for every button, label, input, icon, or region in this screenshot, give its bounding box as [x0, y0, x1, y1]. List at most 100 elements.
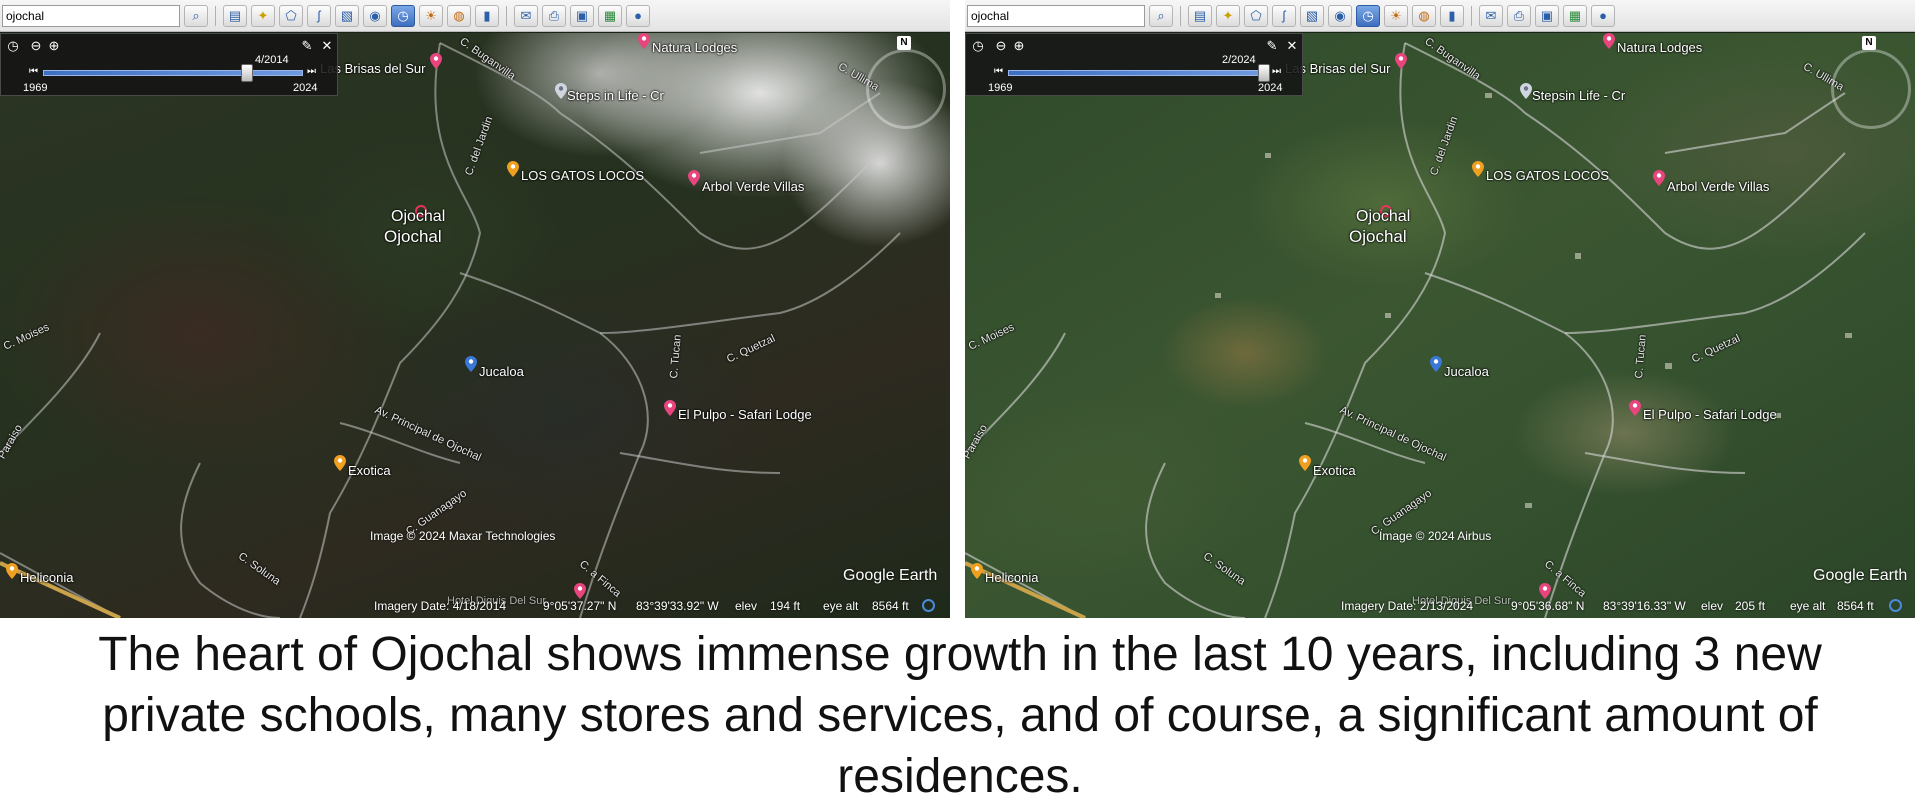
- place-label[interactable]: Arbol Verde Villas: [1667, 179, 1769, 194]
- north-indicator-icon[interactable]: N: [1862, 36, 1876, 50]
- maps-button[interactable]: ▦: [598, 4, 622, 27]
- blue-pin-icon[interactable]: [465, 356, 477, 372]
- google-earth-button[interactable]: ●: [626, 4, 650, 27]
- place-label[interactable]: Stepsin Life - Cr: [1532, 88, 1625, 103]
- pink-pin-icon[interactable]: [664, 400, 676, 416]
- search-button[interactable]: ⌕: [184, 4, 208, 27]
- zoom-in-icon[interactable]: ⊕: [46, 38, 62, 54]
- clock-icon[interactable]: ◷: [970, 38, 986, 54]
- orange-pin-icon[interactable]: [1299, 455, 1311, 471]
- google-earth-icon: ●: [1599, 8, 1607, 23]
- search-input[interactable]: [967, 4, 1145, 27]
- place-label[interactable]: Heliconia: [985, 570, 1038, 585]
- pink-pin-icon[interactable]: [1629, 400, 1641, 416]
- place-label[interactable]: El Pulpo - Safari Lodge: [1643, 407, 1777, 422]
- email-button[interactable]: ✉: [1479, 4, 1503, 27]
- maps-button[interactable]: ▦: [1563, 4, 1587, 27]
- settings-wrench-icon[interactable]: ✎: [1264, 38, 1280, 54]
- step-back-icon[interactable]: ⏮: [994, 66, 1003, 77]
- pink-pin-icon[interactable]: [1653, 170, 1665, 186]
- record-tour-button[interactable]: ◉: [363, 4, 387, 27]
- pink-pin-icon[interactable]: [1395, 53, 1407, 69]
- pink-pin-icon[interactable]: [688, 170, 700, 186]
- zoom-out-icon[interactable]: ⊖: [28, 38, 44, 54]
- record-tour-button[interactable]: ◉: [1328, 4, 1352, 27]
- search-button[interactable]: ⌕: [1149, 4, 1173, 27]
- ruler-button[interactable]: ▮: [1440, 4, 1464, 27]
- step-back-icon[interactable]: ⏮: [29, 66, 38, 77]
- pink-pin-icon[interactable]: [1539, 583, 1551, 599]
- satellite-map-2024[interactable]: Las Brisas del Sur Natura Lodges Stepsin…: [965, 33, 1915, 618]
- path-button[interactable]: ʃ: [1272, 4, 1296, 27]
- path-button[interactable]: ʃ: [307, 4, 331, 27]
- gray-pin-icon[interactable]: [1520, 83, 1532, 99]
- historical-imagery-button[interactable]: ◷: [391, 4, 415, 27]
- pink-pin-icon[interactable]: [574, 583, 586, 599]
- navigation-ring-icon[interactable]: [866, 49, 946, 129]
- place-label[interactable]: Natura Lodges: [1617, 40, 1702, 55]
- step-forward-icon[interactable]: ⏭: [307, 66, 316, 77]
- print-button[interactable]: ⎙: [1507, 4, 1531, 27]
- place-label[interactable]: Jucaloa: [479, 364, 524, 379]
- placemark-button[interactable]: ✦: [1216, 4, 1240, 27]
- planets-button[interactable]: ◍: [447, 4, 471, 27]
- place-label[interactable]: LOS GATOS LOCOS: [521, 168, 644, 183]
- close-icon[interactable]: ✕: [319, 38, 335, 54]
- zoom-in-icon[interactable]: ⊕: [1011, 38, 1027, 54]
- place-label[interactable]: El Pulpo - Safari Lodge: [678, 407, 812, 422]
- placemark-button[interactable]: ✦: [251, 4, 275, 27]
- satellite-map-2014[interactable]: Las Brisas del Sur Natura Lodges Steps i…: [0, 33, 950, 618]
- town-label-small[interactable]: Ojochal: [391, 208, 445, 226]
- clock-icon[interactable]: ◷: [5, 38, 21, 54]
- orange-pin-icon[interactable]: [6, 563, 18, 579]
- time-slider-thumb[interactable]: [241, 64, 253, 82]
- place-label[interactable]: Exotica: [348, 463, 391, 478]
- polygon-button[interactable]: ⬠: [279, 4, 303, 27]
- overlay-button[interactable]: ▧: [335, 4, 359, 27]
- ruler-button[interactable]: ▮: [475, 4, 499, 27]
- town-label-big[interactable]: Ojochal: [384, 227, 442, 247]
- pink-pin-icon[interactable]: [430, 53, 442, 69]
- place-label[interactable]: Steps in Life - Cr: [567, 88, 664, 103]
- place-label[interactable]: Heliconia: [20, 570, 73, 585]
- place-label[interactable]: Natura Lodges: [652, 40, 737, 55]
- email-button[interactable]: ✉: [514, 4, 538, 27]
- town-label-big[interactable]: Ojochal: [1349, 227, 1407, 247]
- settings-wrench-icon[interactable]: ✎: [299, 38, 315, 54]
- planets-button[interactable]: ◍: [1412, 4, 1436, 27]
- sidebar-button[interactable]: ▤: [1188, 4, 1212, 27]
- town-label-small[interactable]: Ojochal: [1356, 208, 1410, 226]
- gray-pin-icon[interactable]: [555, 83, 567, 99]
- place-label[interactable]: Exotica: [1313, 463, 1356, 478]
- time-slider-thumb[interactable]: [1258, 64, 1270, 82]
- historical-imagery-button[interactable]: ◷: [1356, 4, 1380, 27]
- polygon-button[interactable]: ⬠: [1244, 4, 1268, 27]
- print-button[interactable]: ⎙: [542, 4, 566, 27]
- search-input[interactable]: [2, 4, 180, 27]
- north-indicator-icon[interactable]: N: [897, 36, 911, 50]
- pink-pin-icon[interactable]: [1603, 33, 1615, 49]
- place-label[interactable]: LOS GATOS LOCOS: [1486, 168, 1609, 183]
- save-image-button[interactable]: ▣: [1535, 4, 1559, 27]
- orange-pin-icon[interactable]: [971, 563, 983, 579]
- step-forward-icon[interactable]: ⏭: [1272, 66, 1281, 77]
- sidebar-button[interactable]: ▤: [223, 4, 247, 27]
- save-image-button[interactable]: ▣: [570, 4, 594, 27]
- place-label[interactable]: Arbol Verde Villas: [702, 179, 804, 194]
- time-slider-track[interactable]: [1008, 70, 1268, 76]
- orange-pin-icon[interactable]: [1472, 161, 1484, 177]
- close-icon[interactable]: ✕: [1284, 38, 1300, 54]
- navigation-ring-icon[interactable]: [1831, 49, 1911, 129]
- sunlight-button[interactable]: ☀: [1384, 4, 1408, 27]
- orange-pin-icon[interactable]: [507, 161, 519, 177]
- overlay-button[interactable]: ▧: [1300, 4, 1324, 27]
- toolbar-divider: [506, 5, 507, 26]
- blue-pin-icon[interactable]: [1430, 356, 1442, 372]
- orange-pin-icon[interactable]: [334, 455, 346, 471]
- place-label[interactable]: Jucaloa: [1444, 364, 1489, 379]
- google-earth-button[interactable]: ●: [1591, 4, 1615, 27]
- time-slider-track[interactable]: [43, 70, 303, 76]
- zoom-out-icon[interactable]: ⊖: [993, 38, 1009, 54]
- pink-pin-icon[interactable]: [638, 33, 650, 49]
- sunlight-button[interactable]: ☀: [419, 4, 443, 27]
